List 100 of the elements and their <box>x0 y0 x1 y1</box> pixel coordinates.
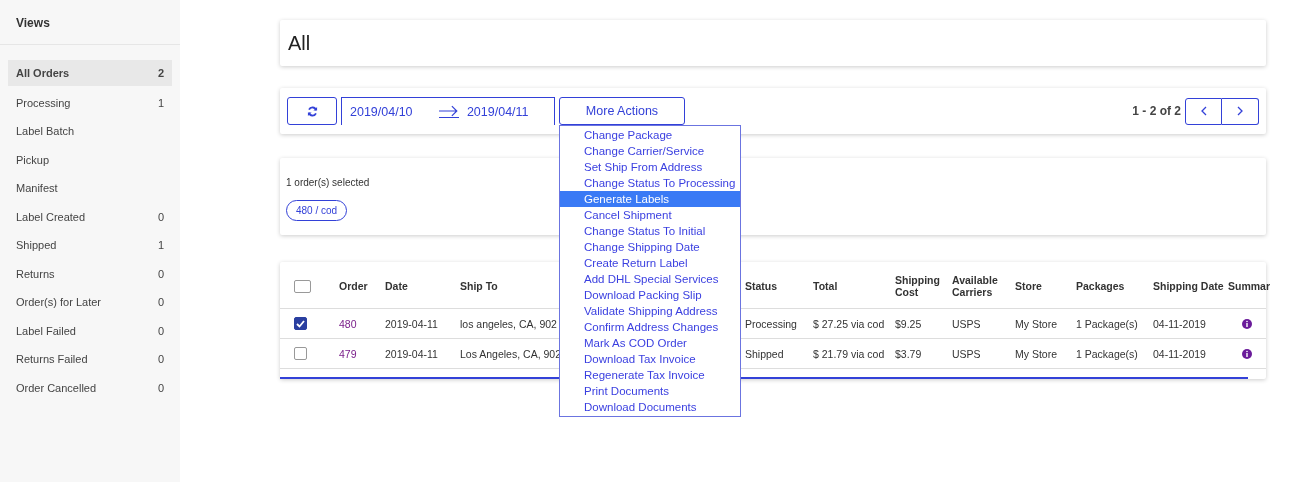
column-header[interactable]: Ship To <box>460 280 502 292</box>
table-cell: 1 Package(s) <box>1076 317 1138 330</box>
item-label: Returns Failed <box>16 353 88 366</box>
menu-item[interactable]: Mark As COD Order <box>560 335 740 351</box>
column-header[interactable]: Summar <box>1228 280 1274 292</box>
item-count: 0 <box>157 381 164 394</box>
chevron-left-icon <box>1200 106 1207 116</box>
checkbox[interactable] <box>294 347 307 360</box>
column-header[interactable]: Store <box>1015 280 1046 292</box>
item-label: Label Created <box>16 210 86 223</box>
item-label: Returns <box>16 267 55 280</box>
table-cell: USPS <box>952 317 981 330</box>
sidebar-item[interactable]: Shipped 1 <box>8 231 172 260</box>
sidebar-item[interactable]: Returns 0 <box>8 259 172 288</box>
menu-item[interactable]: Print Documents <box>560 383 740 399</box>
item-label: Label Failed <box>16 324 76 337</box>
menu-item[interactable]: Change Package <box>560 127 740 143</box>
menu-item[interactable]: Change Status To Initial <box>560 223 740 239</box>
more-actions-button[interactable]: More Actions <box>559 97 685 125</box>
menu-item[interactable]: Generate Labels <box>560 191 740 207</box>
menu-item[interactable]: Regenerate Tax Invoice <box>560 367 740 383</box>
item-label: Manifest <box>16 182 58 195</box>
refresh-button[interactable] <box>287 97 337 125</box>
table-cell: 04-11-2019 <box>1153 317 1206 330</box>
sidebar-title: Views <box>0 0 180 45</box>
sidebar-item[interactable]: Label Failed 0 <box>8 316 172 345</box>
menu-item[interactable]: Create Return Label <box>560 255 740 271</box>
page-title: All <box>288 31 311 55</box>
previous-page-button[interactable] <box>1185 97 1222 125</box>
table-cell: 1 Package(s) <box>1076 347 1138 360</box>
menu-item[interactable]: Validate Shipping Address <box>560 303 740 319</box>
table-cell: $9.25 <box>895 317 922 330</box>
table-cell: 04-11-2019 <box>1153 347 1206 360</box>
item-label: Shipped <box>16 239 57 252</box>
table-cell: USPS <box>952 347 981 360</box>
checkbox[interactable] <box>294 317 307 330</box>
refresh-icon <box>306 105 318 117</box>
item-label: Order(s) for Later <box>16 296 101 309</box>
item-count: 2 <box>157 67 164 79</box>
column-header[interactable]: Order <box>339 280 372 292</box>
checkbox[interactable] <box>294 279 311 293</box>
sidebar-item[interactable]: All Orders 2 <box>8 60 172 86</box>
order-link[interactable]: 480 <box>339 317 357 330</box>
sidebar-item[interactable]: Order Cancelled 0 <box>8 373 172 402</box>
column-header[interactable]: Date <box>385 280 412 292</box>
table-cell: Processing <box>745 317 797 330</box>
menu-item[interactable]: Change Carrier/Service <box>560 143 740 159</box>
start-date: 2019/04/10 <box>350 104 414 119</box>
table-cell: $3.79 <box>895 347 922 360</box>
item-count: 0 <box>157 210 164 223</box>
next-page-button[interactable] <box>1222 97 1259 125</box>
column-header[interactable]: Available Carriers <box>952 274 1015 298</box>
sidebar-item[interactable]: Pickup <box>8 145 172 174</box>
info-icon[interactable] <box>1242 348 1252 359</box>
menu-item[interactable]: Download Tax Invoice <box>560 351 740 367</box>
sidebar-item[interactable]: Label Created 0 <box>8 202 172 231</box>
menu-item[interactable]: Confirm Address Changes <box>560 319 740 335</box>
menu-item[interactable]: Change Shipping Date <box>560 239 740 255</box>
column-header[interactable]: Packages <box>1076 280 1129 292</box>
item-count: 0 <box>157 296 164 309</box>
order-link[interactable]: 479 <box>339 347 357 360</box>
item-count: 0 <box>157 324 164 337</box>
item-label: Label Batch <box>16 125 75 138</box>
table-cell: Shipped <box>745 347 784 360</box>
menu-item[interactable]: Download Packing Slip <box>560 287 740 303</box>
table-cell: My Store <box>1015 347 1057 360</box>
item-count: 1 <box>157 96 164 109</box>
sidebar-item[interactable]: Manifest <box>8 174 172 203</box>
chevron-right-icon <box>1237 106 1243 116</box>
table-cell: $ 21.79 via cod <box>813 347 885 360</box>
date-range-field[interactable]: 2019/04/10 2019/04/11 <box>341 97 555 125</box>
sidebar-item[interactable]: Order(s) for Later 0 <box>8 288 172 317</box>
item-label: All Orders <box>16 67 70 79</box>
column-header[interactable]: Total <box>813 280 842 292</box>
pagination-text: 1 - 2 of 2 <box>1132 104 1181 118</box>
menu-item[interactable]: Download Documents <box>560 399 740 415</box>
item-count: 0 <box>157 267 164 280</box>
item-count: 1 <box>157 239 164 252</box>
menu-item[interactable]: Change Status To Processing <box>560 175 740 191</box>
table-cell: 2019-04-11 <box>385 317 438 330</box>
sidebar-item[interactable]: Processing 1 <box>8 88 172 117</box>
item-label: Pickup <box>16 153 50 166</box>
column-header[interactable]: Status <box>745 280 782 292</box>
menu-item[interactable]: Cancel Shipment <box>560 207 740 223</box>
item-label: Processing <box>16 96 71 109</box>
end-date: 2019/04/11 <box>466 104 530 119</box>
table-cell: 2019-04-11 <box>385 347 438 360</box>
column-header[interactable]: Shipping Cost <box>895 274 952 298</box>
table-cell: My Store <box>1015 317 1057 330</box>
menu-item[interactable]: Set Ship From Address <box>560 159 740 175</box>
sidebar-item[interactable]: Returns Failed 0 <box>8 345 172 374</box>
item-label: Order Cancelled <box>16 381 97 394</box>
table-cell: $ 27.25 via cod <box>813 317 885 330</box>
column-header[interactable]: Shipping Date <box>1153 280 1228 292</box>
menu-item[interactable]: Add DHL Special Services <box>560 271 740 287</box>
sidebar-item[interactable]: Label Batch <box>8 117 172 146</box>
table-cell: los angeles, CA, 902 <box>460 317 557 330</box>
selection-summary: 1 order(s) selected <box>286 177 370 188</box>
item-count: 0 <box>157 353 164 366</box>
info-icon[interactable] <box>1242 318 1252 329</box>
